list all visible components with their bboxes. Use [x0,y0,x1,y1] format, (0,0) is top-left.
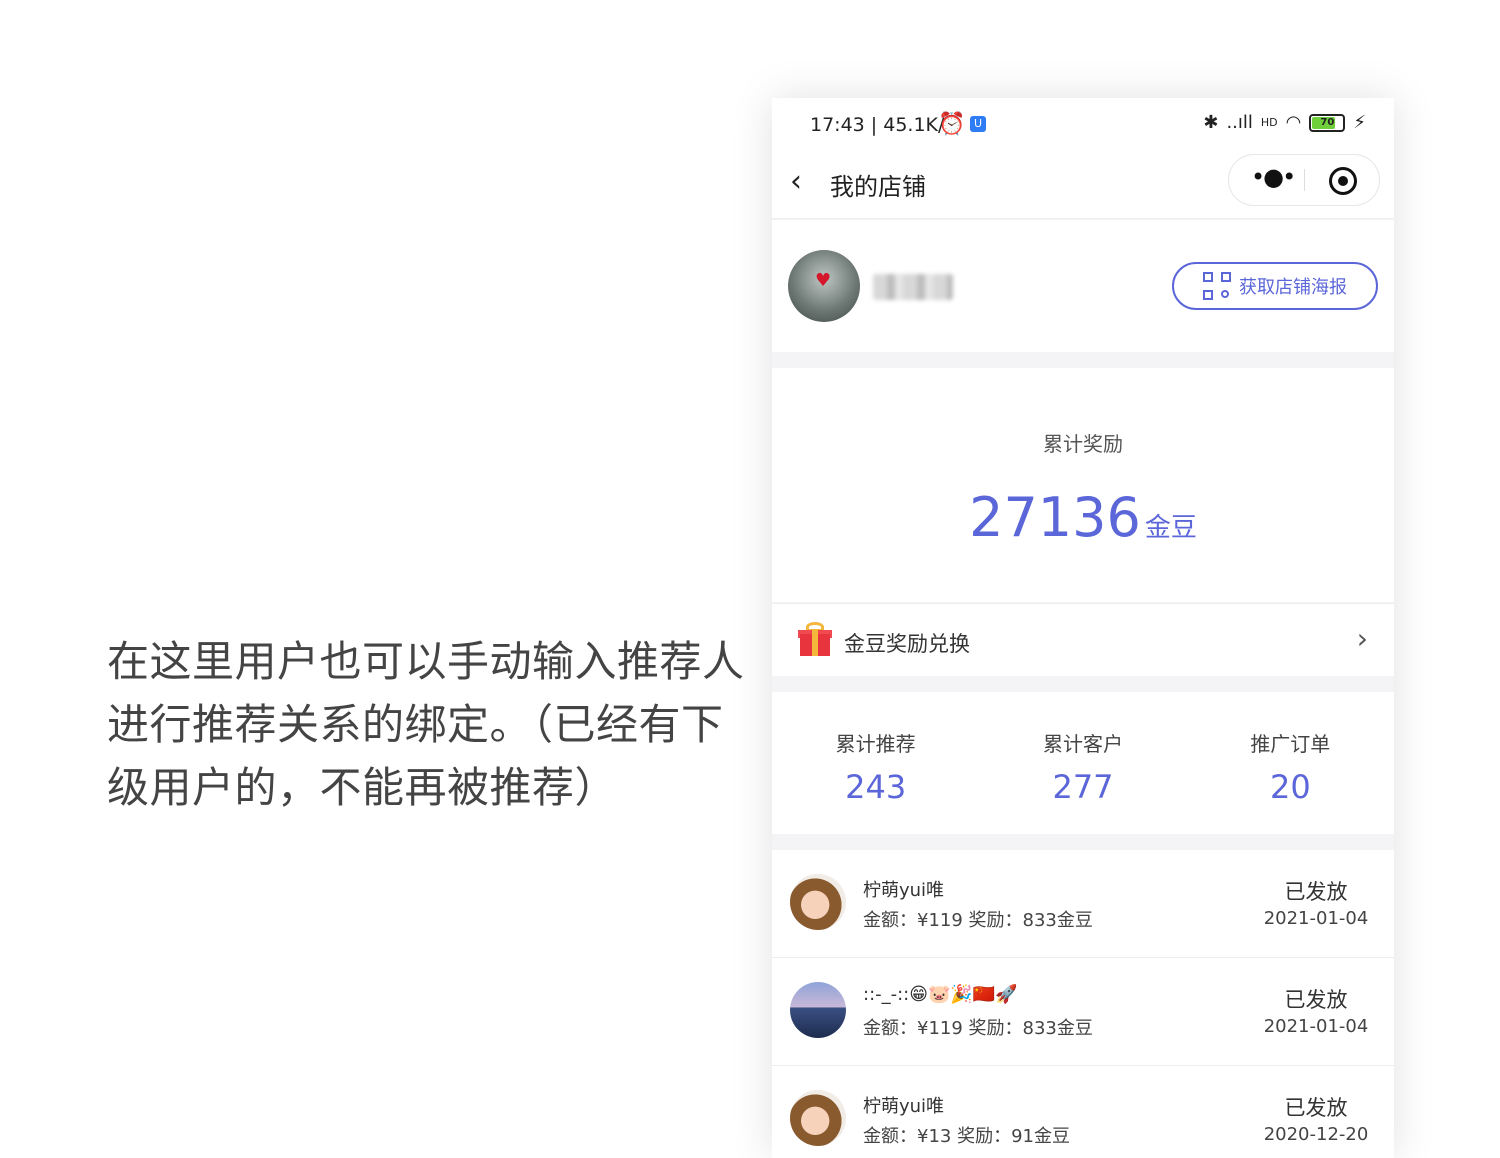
order-info: 金额：¥119 奖励：833金豆 [863,1018,1093,1039]
stat-value: 20 [1269,768,1311,806]
stat-promo-orders[interactable]: 推广订单 20 [1187,692,1394,834]
status-badge: 已发放 [1284,880,1348,904]
capsule-divider [1304,169,1305,191]
avatar [790,1090,846,1146]
charging-icon: ⚡ [1353,112,1366,133]
caption-line-1: 在这里用户也可以手动输入推荐人 [107,637,745,686]
stat-value: 243 [845,768,907,806]
caption-line-2: 进行推荐关系的绑定。（已经有下 [107,700,724,749]
status-time: 17:43 | 45.1K/s [810,114,955,136]
mini-program-capsule: •●• [1228,154,1380,206]
order-user-name: 柠萌yui唯 [863,1096,945,1117]
order-date: 2021-01-04 [1263,908,1369,929]
order-user-name: 柠萌yui唯 [863,880,945,901]
total-reward-card: 累计奖励 27136 金豆 [772,368,1394,602]
bluetooth-icon: ✱ [1203,112,1219,133]
page-title: 我的店铺 [830,173,926,201]
stat-value: 277 [1052,768,1114,806]
battery-level: 70 [1320,116,1335,128]
list-item[interactable]: 柠萌yui唯 金额：¥119 奖励：833金豆 已发放 2021-01-04 [772,850,1394,958]
caption-text: 在这里用户也可以手动输入推荐人 进行推荐关系的绑定。（已经有下 级用户的，不能再… [107,630,747,819]
phone-screen: 17:43 | 45.1K/s ⏰ U ✱ ..ıll HD ◠ 70 ⚡ ‹ … [772,98,1394,1158]
stat-total-referrals[interactable]: 累计推荐 243 [772,692,979,834]
get-poster-button[interactable]: 获取店铺海报 [1172,262,1378,310]
order-info: 金额：¥119 奖励：833金豆 [863,910,1093,931]
status-bar: 17:43 | 45.1K/s ⏰ U ✱ ..ıll HD ◠ 70 ⚡ [772,98,1394,150]
blurred-username [873,274,953,300]
order-date: 2021-01-04 [1263,1016,1369,1037]
total-reward-amount: 27136 金豆 [772,486,1394,549]
get-poster-label: 获取店铺海报 [1239,277,1347,298]
total-reward-label: 累计奖励 [1043,432,1123,456]
more-dots-icon[interactable]: •●• [1251,163,1296,191]
target-icon[interactable] [1329,167,1357,195]
app-badge-icon: U [970,116,986,132]
bean-exchange-row[interactable]: 金豆奖励兑换 › [772,603,1394,676]
wifi-icon: ◠ [1285,112,1302,133]
nav-bar: ‹ 我的店铺 •●• [772,150,1394,219]
order-user-name: ::-_-::😁🐷🎉🇨🇳🚀 [863,984,1018,1005]
reward-amount-value: 27136 [969,486,1141,549]
avatar [790,874,846,930]
status-icons: ✱ ..ıll HD ◠ 70 ⚡ [1203,112,1366,133]
stat-label: 推广订单 [1250,732,1331,756]
order-info: 金额：¥13 奖励：91金豆 [863,1126,1070,1147]
status-badge: 已发放 [1284,988,1348,1012]
signal-icon: ..ıll [1226,112,1253,133]
stat-total-customers[interactable]: 累计客户 277 [979,692,1186,834]
avatar[interactable]: ♥ [788,250,860,322]
stat-label: 累计推荐 [835,732,916,756]
qr-code-icon [1203,272,1231,300]
profile-card: ♥ 获取店铺海报 [772,220,1394,352]
bean-exchange-label: 金豆奖励兑换 [844,632,970,656]
chevron-left-icon[interactable]: ‹ [790,164,802,199]
hd-signal-icon: HD [1260,116,1278,129]
chevron-right-icon: › [1356,622,1368,655]
reward-order-list: 柠萌yui唯 金额：¥119 奖励：833金豆 已发放 2021-01-04 :… [772,850,1394,1158]
status-badge: 已发放 [1284,1096,1348,1120]
heart-icon: ♥ [815,270,832,291]
stats-panel: 累计推荐 243 累计客户 277 推广订单 20 [772,692,1394,834]
gift-icon [798,622,832,658]
list-item[interactable]: ::-_-::😁🐷🎉🇨🇳🚀 金额：¥119 奖励：833金豆 已发放 2021-… [772,958,1394,1066]
caption-line-3: 级用户的，不能再被推荐） [107,763,618,812]
alarm-icon: ⏰ [938,112,966,137]
list-item[interactable]: 柠萌yui唯 金额：¥13 奖励：91金豆 已发放 2020-12-20 [772,1066,1394,1158]
avatar [790,982,846,1038]
battery-icon: 70 [1309,113,1346,132]
reward-unit: 金豆 [1144,513,1197,543]
stat-label: 累计客户 [1042,732,1123,756]
order-date: 2020-12-20 [1263,1124,1369,1145]
